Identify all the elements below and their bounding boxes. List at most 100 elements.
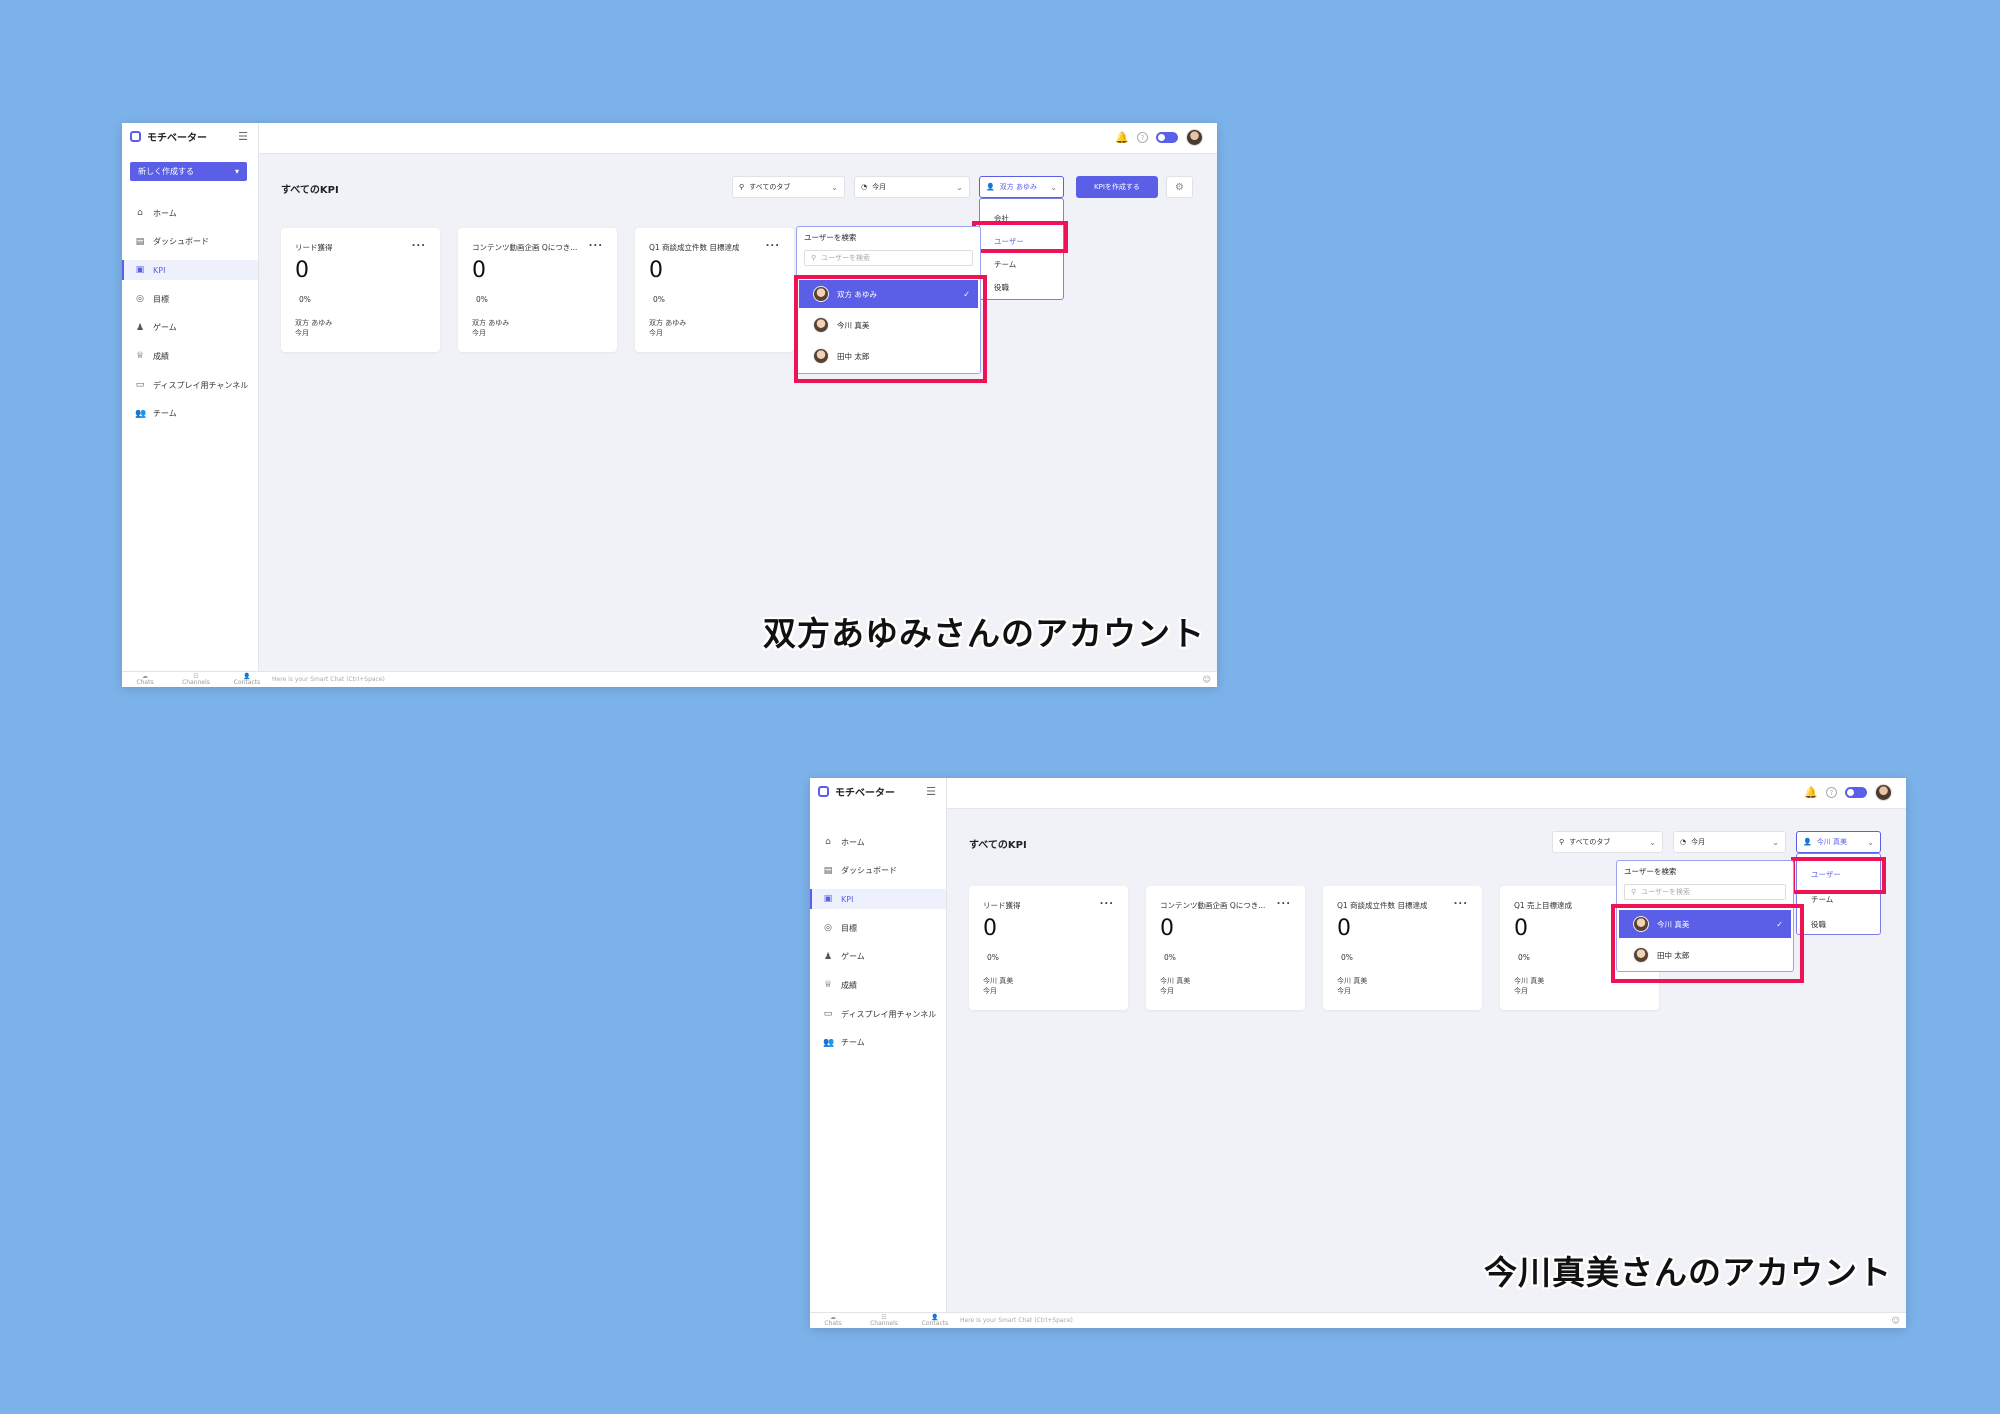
collapse-menu-icon[interactable]: ☰: [926, 785, 936, 798]
emoji-icon[interactable]: ☺: [1203, 675, 1211, 684]
user-search-input[interactable]: ⚲ ユーザーを検索: [1624, 884, 1786, 900]
scope-option-position[interactable]: 役職: [1811, 919, 1826, 930]
bottom-nav-channels[interactable]: ☷ Channels: [181, 674, 211, 686]
bell-icon[interactable]: 🔔: [1804, 786, 1818, 799]
kpi-card-percent: 0%: [653, 295, 665, 304]
search-icon: ⚲: [1631, 888, 1637, 896]
more-menu-icon[interactable]: ...: [1454, 896, 1468, 907]
help-icon[interactable]: ?: [1826, 787, 1837, 798]
sidebar-item-label: KPI: [153, 265, 166, 275]
bottom-nav-chats[interactable]: ☁ Chats: [130, 674, 160, 686]
sidebar-item-results[interactable]: ♕ 成績: [810, 975, 946, 995]
brand[interactable]: モチベーター: [818, 784, 895, 799]
screenshot-mami-account: モチベーター ☰ ⌂ ホーム ▤ ダッシュボード ▣ KPI ◎ 目標 ♟ ゲーム ♕ 成績…: [810, 778, 1906, 1328]
game-icon: ♟: [135, 322, 145, 333]
gear-icon: ⚙: [1175, 181, 1184, 193]
kpi-card-percent: 0%: [1164, 953, 1176, 962]
kpi-card-owner: 双方 あゆみ: [472, 319, 510, 327]
period-filter-select[interactable]: ◔ 今月 ⌄: [1673, 831, 1786, 853]
sidebar-item-results[interactable]: ♕ 成績: [122, 346, 258, 366]
more-menu-icon[interactable]: ...: [412, 238, 426, 249]
create-new-button[interactable]: 新しく作成する ▾: [130, 162, 247, 181]
kpi-card[interactable]: Q1 商談成立件数 目標達成 ... 0 0% 双方 あゆみ 今月: [635, 228, 794, 352]
sidebar-item-team[interactable]: 👥 チーム: [810, 1033, 946, 1053]
sidebar-item-label: ゲーム: [153, 323, 177, 333]
kpi-card-title: リード獲得: [295, 243, 333, 252]
sidebar-item-goals[interactable]: ◎ 目標: [810, 918, 946, 938]
sidebar-item-label: 成績: [841, 980, 857, 990]
kpi-card[interactable]: リード獲得 ... 0 0% 今川 真美 今月: [969, 886, 1128, 1010]
more-menu-icon[interactable]: ...: [1277, 896, 1291, 907]
more-menu-icon[interactable]: ...: [589, 238, 603, 249]
account-caption: 双方あゆみさんのアカウント: [763, 614, 1205, 653]
dashboard-icon: ▤: [823, 865, 833, 876]
kpi-card-title: リード獲得: [983, 901, 1021, 910]
sidebar-item-display-channel[interactable]: ▭ ディスプレイ用チャンネル: [122, 375, 258, 395]
bottom-nav-channels[interactable]: ☷ Channels: [869, 1315, 899, 1327]
kpi-card-owner: 今川 真美: [1337, 977, 1368, 985]
theme-toggle[interactable]: [1156, 132, 1178, 143]
theme-toggle[interactable]: [1845, 787, 1867, 798]
kpi-card-percent: 0%: [987, 953, 999, 962]
sidebar-item-team[interactable]: 👥 チーム: [122, 404, 258, 424]
avatar[interactable]: [1875, 784, 1892, 801]
sidebar-item-display-channel[interactable]: ▭ ディスプレイ用チャンネル: [810, 1004, 946, 1024]
sidebar-item-home[interactable]: ⌂ ホーム: [122, 203, 258, 223]
sidebar-item-label: ディスプレイ用チャンネル: [153, 380, 249, 390]
sidebar-item-kpi[interactable]: ▣ KPI: [122, 260, 258, 281]
sidebar-item-goals[interactable]: ◎ 目標: [122, 289, 258, 309]
tab-filter-select[interactable]: ⚲ すべてのタブ ⌄: [1552, 831, 1663, 853]
more-menu-icon[interactable]: ...: [1100, 896, 1114, 907]
scope-option-position[interactable]: 役職: [994, 282, 1009, 293]
create-kpi-button[interactable]: KPIを作成する: [1076, 176, 1158, 198]
period-filter-select[interactable]: ◔ 今月 ⌄: [854, 176, 970, 198]
sidebar-item-kpi[interactable]: ▣ KPI: [810, 889, 946, 910]
kpi-card[interactable]: Q1 商談成立件数 目標達成 ... 0 0% 今川 真美 今月: [1323, 886, 1482, 1010]
user-filter-select[interactable]: 👤 今川 真美 ⌄: [1796, 831, 1881, 853]
highlight-box: [794, 275, 987, 383]
kpi-card-title: Q1 売上目標達成: [1514, 901, 1573, 910]
home-icon: ⌂: [137, 208, 143, 218]
kpi-card-percent: 0%: [476, 295, 488, 304]
caret-down-icon: ▾: [234, 167, 239, 176]
user-search-input[interactable]: ⚲ ユーザーを検索: [804, 250, 973, 266]
bottom-nav-contacts[interactable]: 👤 Contacts: [920, 1315, 950, 1327]
tab-filter-select[interactable]: ⚲ すべてのタブ ⌄: [732, 176, 845, 198]
smart-chat-input[interactable]: Here is your Smart Chat (Ctrl+Space): [960, 1317, 1073, 1324]
bottom-nav-contacts[interactable]: 👤 Contacts: [232, 674, 262, 686]
sidebar-item-game[interactable]: ♟ ゲーム: [122, 318, 258, 338]
sidebar: モチベーター ☰ 新しく作成する ▾ ⌂ ホーム ▤ ダッシュボード ▣ KPI ◎ 目…: [122, 123, 259, 672]
sidebar-item-game[interactable]: ♟ ゲーム: [810, 947, 946, 967]
bottom-bar: ☁ Chats ☷ Channels 👤 Contacts Here is your …: [810, 1312, 1906, 1328]
sidebar: モチベーター ☰ ⌂ ホーム ▤ ダッシュボード ▣ KPI ◎ 目標 ♟ ゲーム ♕ 成績…: [810, 778, 947, 1313]
help-icon[interactable]: ?: [1137, 132, 1148, 143]
sidebar-item-dashboard[interactable]: ▤ ダッシュボード: [810, 861, 946, 881]
emoji-icon[interactable]: ☺: [1892, 1316, 1900, 1325]
smart-chat-input[interactable]: Here is your Smart Chat (Ctrl+Space): [272, 676, 385, 683]
kpi-card[interactable]: コンテンツ動画企画 Qにつき... ... 0 0% 今川 真美 今月: [1146, 886, 1305, 1010]
more-menu-icon[interactable]: ...: [766, 238, 780, 249]
bottom-nav-chats[interactable]: ☁ Chats: [818, 1315, 848, 1327]
avatar[interactable]: [1186, 129, 1203, 146]
settings-button[interactable]: ⚙: [1166, 176, 1193, 198]
kpi-card-value: 0: [1160, 916, 1174, 941]
sidebar-item-label: KPI: [841, 894, 854, 904]
user-search-title: ユーザーを検索: [804, 233, 857, 242]
kpi-card-title: Q1 商談成立件数 目標達成: [649, 243, 740, 252]
kpi-card-period: 今月: [649, 329, 663, 337]
kpi-card[interactable]: コンテンツ動画企画 Qにつき... ... 0 0% 双方 あゆみ 今月: [458, 228, 617, 352]
page-title: すべてのKPI: [969, 840, 1027, 851]
sidebar-item-home[interactable]: ⌂ ホーム: [810, 832, 946, 852]
app-name: モチベーター: [835, 788, 895, 799]
target-icon: ◎: [136, 294, 144, 305]
user-filter-select[interactable]: 👤 双方 あゆみ ⌄: [979, 176, 1064, 198]
bell-icon[interactable]: 🔔: [1115, 131, 1129, 144]
kpi-card[interactable]: リード獲得 ... 0 0% 双方 あゆみ 今月: [281, 228, 440, 352]
topbar: 🔔 ?: [259, 123, 1217, 154]
sidebar-item-dashboard[interactable]: ▤ ダッシュボード: [122, 232, 258, 252]
collapse-menu-icon[interactable]: ☰: [238, 130, 248, 143]
scope-option-team[interactable]: チーム: [1811, 894, 1833, 905]
scope-option-team[interactable]: チーム: [994, 259, 1016, 270]
sidebar-item-label: 目標: [153, 294, 169, 304]
brand[interactable]: モチベーター: [130, 129, 207, 144]
